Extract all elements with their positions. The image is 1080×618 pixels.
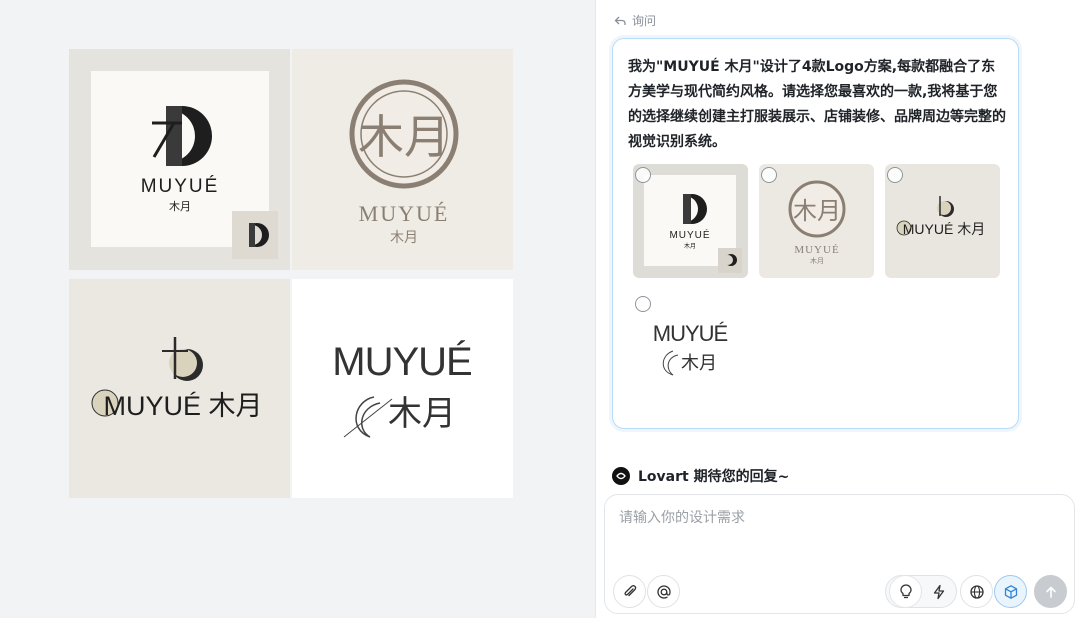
svg-text:木月: 木月 xyxy=(681,353,717,374)
logo-3-artwork: MUYUÉ 木月 xyxy=(91,337,263,421)
svg-text:MUYUÉ: MUYUÉ xyxy=(141,176,220,197)
option-3-thumbnail[interactable]: MUYUÉ 木月 xyxy=(885,164,1000,278)
logo-1-artwork: MUYUÉ 木月 xyxy=(91,71,278,259)
globe-icon xyxy=(969,584,984,599)
ask-label-text: 询问 xyxy=(632,14,657,28)
svg-text:木月: 木月 xyxy=(684,242,696,250)
svg-text:MUYUÉ: MUYUÉ xyxy=(794,244,839,256)
cube-icon xyxy=(1004,584,1017,599)
svg-text:木月: 木月 xyxy=(390,230,418,246)
mode-toggle xyxy=(885,575,957,608)
svg-text:MUYUÉ: MUYUÉ xyxy=(332,339,471,384)
chat-panel: 询问 我为"MUYUÉ 木月"设计了4款Logo方案,每款都融合了东方美学与现代… xyxy=(595,0,1080,618)
option-2-radio[interactable] xyxy=(761,167,777,183)
svg-text:木月: 木月 xyxy=(810,256,824,265)
status-text: Lovart 期待您的回复~ xyxy=(638,469,790,485)
logo-option-3-preview[interactable]: MUYUÉ 木月 xyxy=(69,279,290,498)
svg-text:木月: 木月 xyxy=(169,200,191,213)
logo-4-artwork: MUYUÉ 木月 xyxy=(332,339,473,438)
message-composer xyxy=(604,494,1075,614)
option-1-thumbnail[interactable]: MUYUÉ 木月 xyxy=(633,164,748,278)
option-1-radio[interactable] xyxy=(635,167,651,183)
svg-text:MUYUÉ: MUYUÉ xyxy=(669,228,710,241)
fast-mode-button[interactable] xyxy=(922,575,955,608)
reply-arrow-icon xyxy=(614,16,626,25)
svg-text:木月: 木月 xyxy=(793,197,841,225)
logo-option-1-preview[interactable]: MUYUÉ 木月 xyxy=(69,49,290,270)
logo-2-artwork: 木月 MUYUÉ 木月 xyxy=(349,79,459,246)
svg-text:MUYUÉ 木月: MUYUÉ 木月 xyxy=(903,221,985,237)
lovart-logo-icon xyxy=(612,467,630,485)
3d-mode-button[interactable] xyxy=(994,575,1027,608)
logo-grid: MUYUÉ 木月 木月 MUYUÉ 木月 MUYUÉ 木月 MUYUÉ 木月 xyxy=(69,49,513,498)
svg-text:MUYUÉ: MUYUÉ xyxy=(359,201,450,226)
svg-text:木月: 木月 xyxy=(358,110,450,164)
logo-option-4-preview[interactable]: MUYUÉ 木月 xyxy=(292,279,513,498)
option-3-radio[interactable] xyxy=(887,167,903,183)
option-2-thumbnail[interactable]: 木月 MUYUÉ 木月 xyxy=(759,164,874,278)
design-request-input[interactable] xyxy=(619,507,1049,527)
option-1-artwork: MUYUÉ 木月 xyxy=(644,175,742,273)
mention-button[interactable] xyxy=(647,575,680,608)
send-button[interactable] xyxy=(1034,575,1067,608)
logo-option-2-preview[interactable]: 木月 MUYUÉ 木月 xyxy=(292,49,513,270)
logo-choice-card: 我为"MUYUÉ 木月"设计了4款Logo方案,每款都融合了东方美学与现代简约风… xyxy=(612,38,1019,429)
svg-text:MUYUÉ 木月: MUYUÉ 木月 xyxy=(103,391,262,421)
bolt-icon xyxy=(933,584,944,599)
idea-mode-button[interactable] xyxy=(889,575,922,608)
ask-label: 询问 xyxy=(614,12,656,29)
option-3-artwork: MUYUÉ 木月 xyxy=(896,196,985,237)
svg-text:木月: 木月 xyxy=(388,394,456,434)
assistant-status: Lovart 期待您的回复~ xyxy=(612,466,789,486)
design-canvas[interactable]: MUYUÉ 木月 木月 MUYUÉ 木月 MUYUÉ 木月 MUYUÉ 木月 xyxy=(0,0,595,618)
web-search-button[interactable] xyxy=(960,575,993,608)
assistant-message: 我为"MUYUÉ 木月"设计了4款Logo方案,每款都融合了东方美学与现代简约风… xyxy=(628,59,1006,150)
attach-button[interactable] xyxy=(613,575,646,608)
option-4-radio[interactable] xyxy=(635,296,651,312)
svg-text:MUYUÉ: MUYUÉ xyxy=(653,321,728,346)
option-2-artwork: 木月 MUYUÉ 木月 xyxy=(788,180,846,265)
arrow-up-icon xyxy=(1045,586,1056,598)
at-icon xyxy=(656,584,671,599)
lightbulb-icon xyxy=(899,583,912,598)
paperclip-icon xyxy=(623,584,636,596)
